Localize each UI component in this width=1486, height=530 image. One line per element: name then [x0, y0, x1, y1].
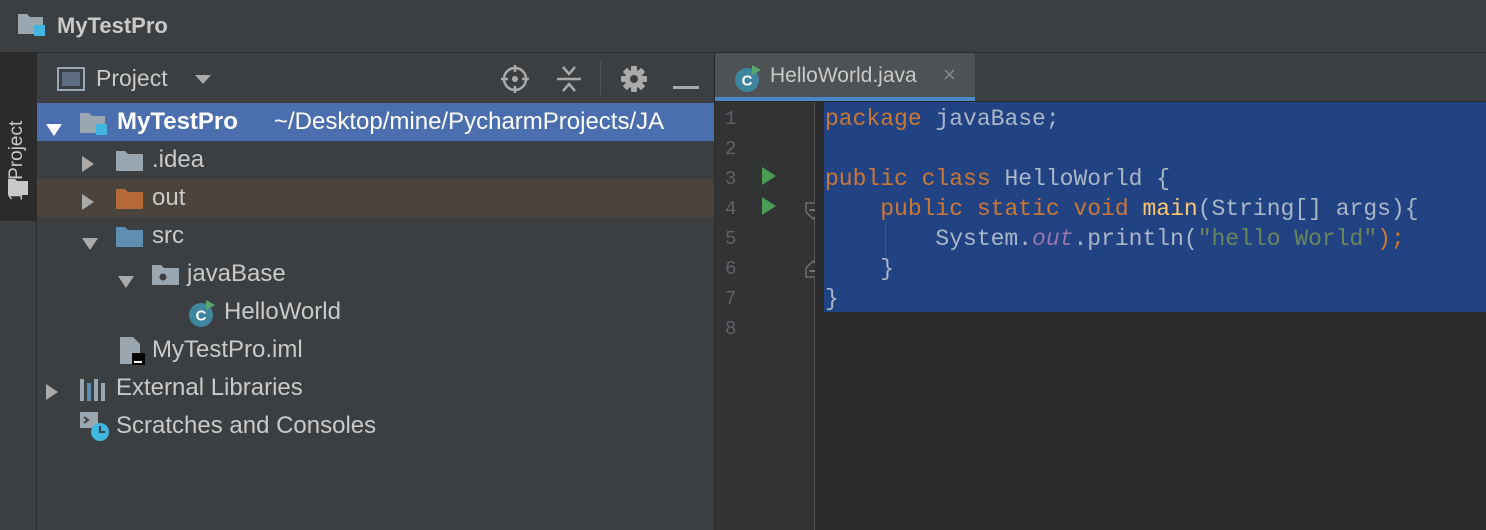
- line-number: 3: [725, 168, 737, 190]
- chevron-down-icon[interactable]: [194, 73, 212, 91]
- static-field: out: [1032, 226, 1074, 252]
- folder-icon: [115, 149, 145, 180]
- scratches-icon: [79, 411, 111, 450]
- expanded-arrow-icon[interactable]: [81, 230, 99, 258]
- collapsed-arrow-icon[interactable]: [81, 190, 95, 218]
- expanded-arrow-icon[interactable]: [117, 268, 135, 296]
- package-icon: [151, 263, 181, 294]
- expanded-arrow-icon[interactable]: [45, 116, 63, 144]
- module-icon: [79, 111, 109, 142]
- code-line-6: }: [825, 256, 894, 282]
- code-line-4: public static void main(String[] args){: [825, 196, 1419, 222]
- keyword: public static void: [880, 196, 1129, 222]
- iml-file-icon: [117, 336, 147, 373]
- tree-item-out[interactable]: out: [37, 179, 714, 217]
- folder-orange-icon: [115, 187, 145, 218]
- code-text: }: [825, 256, 895, 282]
- line-number: 4: [725, 198, 737, 220]
- line-number: 6: [725, 258, 737, 280]
- close-icon[interactable]: ×: [943, 62, 956, 88]
- tree-item-label: Scratches and Consoles: [116, 412, 377, 439]
- run-main-icon[interactable]: [761, 196, 777, 221]
- code-line-5: System.out.println("hello World");: [825, 226, 1405, 252]
- project-path: ~/Desktop/mine/PycharmProjects/JA: [274, 108, 665, 135]
- tree-item-external-libraries[interactable]: External Libraries: [37, 369, 714, 407]
- line-number: 5: [725, 228, 737, 250]
- window-title: MyTestPro: [57, 13, 168, 38]
- punctuation: );: [1377, 226, 1405, 252]
- collapsed-arrow-icon[interactable]: [81, 152, 95, 180]
- tree-item-label: javaBase: [187, 260, 286, 287]
- code-text: .println(: [1073, 226, 1198, 252]
- tab-helloworld-java[interactable]: C HelloWorld.java ×: [715, 53, 975, 101]
- keyword: public: [825, 166, 908, 192]
- code-editor[interactable]: package javaBase; public class HelloWorl…: [815, 102, 1486, 530]
- libraries-icon: [79, 376, 109, 409]
- code-text: System.: [825, 226, 1033, 252]
- code-text: javaBase;: [921, 106, 1060, 132]
- tree-item-helloworld[interactable]: C HelloWorld: [37, 293, 714, 331]
- code-line-3: public class HelloWorld {: [825, 166, 1170, 192]
- tree-item-label: External Libraries: [116, 374, 303, 401]
- collapsed-arrow-icon[interactable]: [45, 380, 59, 408]
- project-panel-toolbar: Project: [37, 53, 714, 104]
- code-line-7: }: [825, 286, 839, 312]
- method-name: main: [1142, 196, 1198, 222]
- editor-tab-bar: C HelloWorld.java ×: [715, 53, 1486, 102]
- line-number: 2: [725, 138, 737, 160]
- tree-item-label: out: [152, 184, 186, 211]
- project-tool-window-tab[interactable]: 1: Project: [0, 53, 36, 221]
- tree-item-iml[interactable]: MyTestPro.iml: [37, 331, 714, 369]
- tree-item-label: HelloWorld: [224, 298, 341, 325]
- project-view-icon: [57, 67, 85, 96]
- project-panel: Project MyTestPro ~/Desktop/mine/Pycharm…: [37, 53, 715, 530]
- tree-item-label: MyTestPro.iml: [152, 336, 303, 363]
- tree-item-idea[interactable]: .idea: [37, 141, 714, 179]
- folder-blue-icon: [115, 225, 145, 256]
- gear-icon[interactable]: [620, 65, 648, 98]
- java-class-icon: C: [733, 64, 763, 99]
- tree-item-mytestpro[interactable]: MyTestPro ~/Desktop/mine/PycharmProjects…: [37, 103, 714, 141]
- keyword: package: [825, 106, 922, 132]
- tree-item-label: .idea: [152, 146, 205, 173]
- project-tool-window-label: 1: Project: [6, 120, 27, 201]
- hide-icon[interactable]: [673, 77, 699, 95]
- tree-item-src[interactable]: src: [37, 217, 714, 255]
- tool-window-strip: 1: Project: [0, 53, 37, 530]
- tab-label: HelloWorld.java: [770, 64, 917, 87]
- title-bar: MyTestPro: [0, 0, 1486, 53]
- run-class-icon[interactable]: [761, 166, 777, 191]
- editor-gutter: 1 2 3 4 5 6 7 8: [715, 102, 821, 530]
- project-folder-icon: [17, 11, 47, 42]
- svg-text:C: C: [742, 73, 753, 90]
- line-number: 8: [725, 318, 737, 340]
- tree-item-javabase[interactable]: javaBase: [37, 255, 714, 293]
- code-text: }: [825, 286, 839, 312]
- locate-icon[interactable]: [500, 64, 530, 99]
- string-literal: "hello World": [1197, 226, 1378, 252]
- collapse-all-icon[interactable]: [555, 64, 583, 99]
- tree-item-label: src: [152, 222, 184, 249]
- code-text: HelloWorld {: [990, 166, 1171, 192]
- svg-text:C: C: [196, 308, 207, 325]
- project-view-title[interactable]: Project: [96, 65, 168, 92]
- toolbar-separator: [600, 61, 601, 95]
- code-text: (String[] args){: [1197, 196, 1419, 222]
- code-line-1: package javaBase;: [825, 106, 1060, 132]
- tree-item-scratches[interactable]: Scratches and Consoles: [37, 407, 714, 445]
- keyword: class: [921, 166, 991, 192]
- line-number: 7: [725, 288, 737, 310]
- tree-item-label: MyTestPro: [117, 108, 238, 135]
- line-number: 1: [725, 108, 737, 130]
